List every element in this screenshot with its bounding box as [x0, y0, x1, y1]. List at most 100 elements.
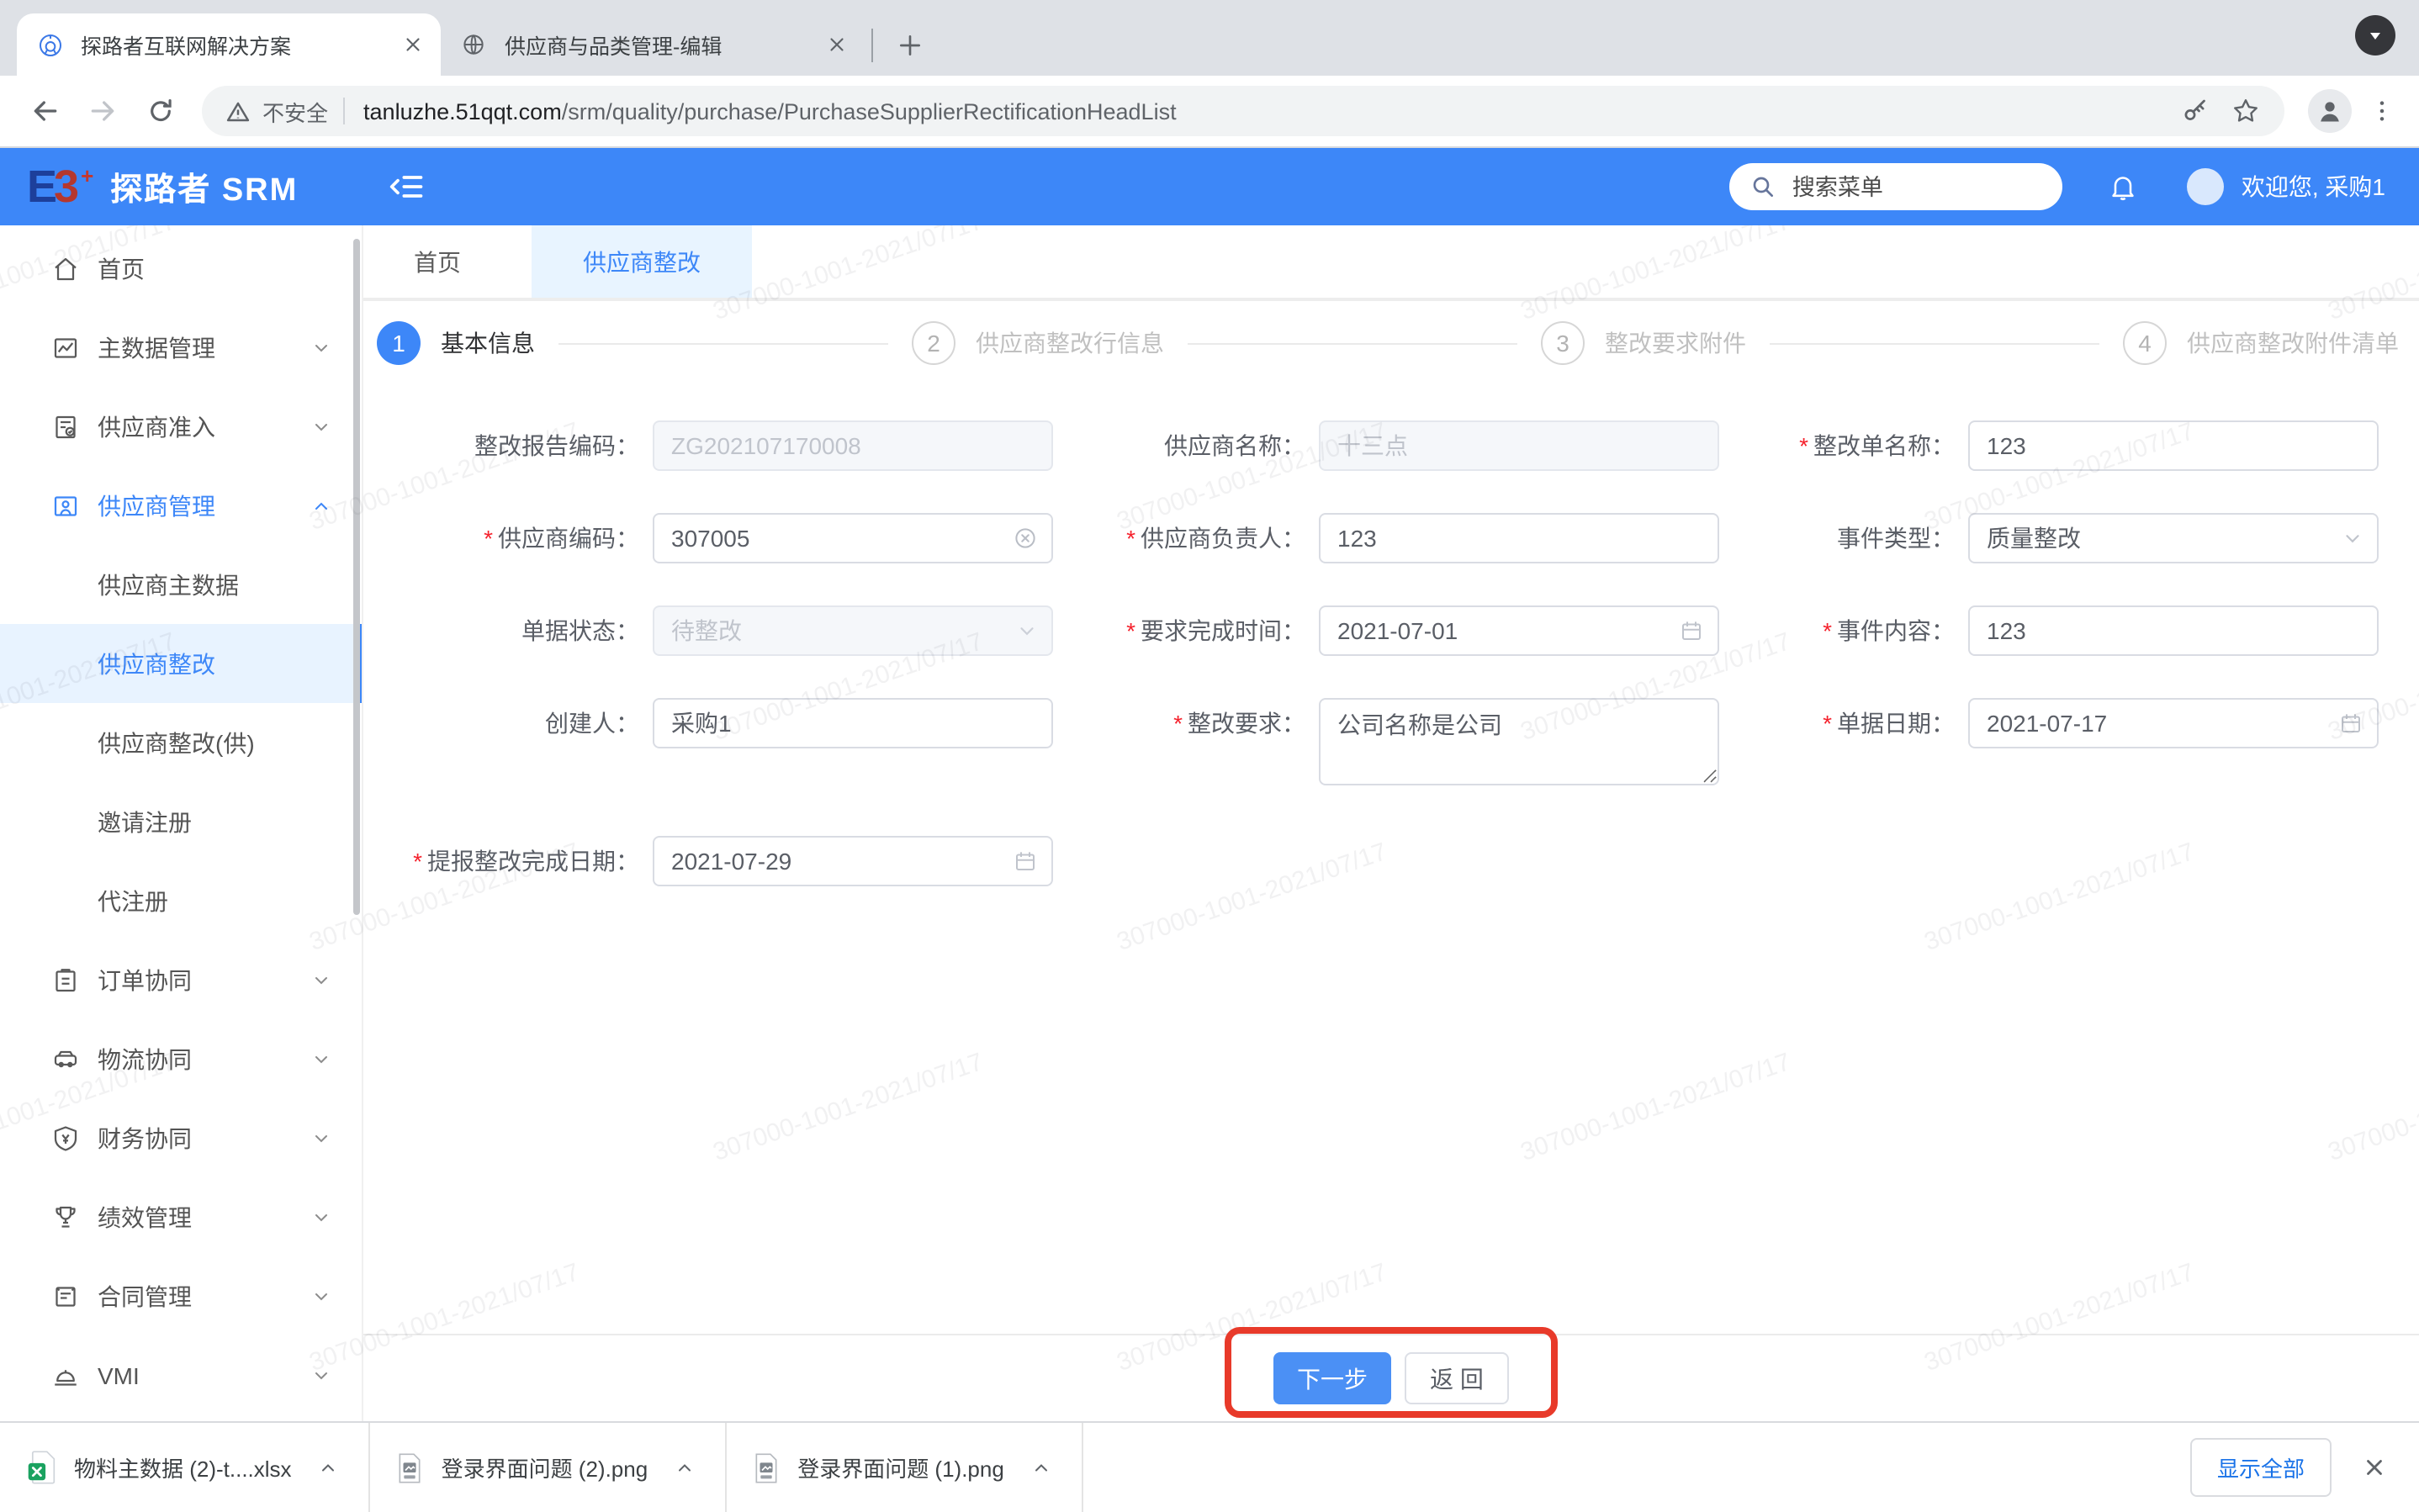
sidebar-collapse-icon[interactable] — [389, 168, 426, 205]
download-item-png-1[interactable]: 登录界面问题 (1).png — [727, 1423, 1083, 1512]
basic-info-form: 整改报告编码： 供应商名称： *整改单名称： *供应商编码： — [363, 375, 2419, 928]
select-chevron-icon[interactable] — [2342, 527, 2363, 549]
tab-supplier-rectification[interactable]: 供应商整改 — [532, 225, 752, 298]
field-label: *整改单名称： — [1749, 420, 1955, 471]
field-label: *事件内容： — [1749, 605, 1955, 656]
rect-requirement-textarea[interactable]: 公司名称是公司 — [1319, 698, 1719, 785]
sidebar-item-supplier-master-data[interactable]: 供应商主数据 — [0, 545, 362, 624]
calendar-icon[interactable] — [1013, 849, 1038, 874]
field-supplier-name: 供应商名称： — [1083, 420, 1719, 471]
doc-date-input[interactable] — [1968, 698, 2379, 748]
chevron-up-icon[interactable] — [675, 1457, 695, 1478]
chevron-down-icon — [311, 1286, 331, 1306]
close-downloads-bar-icon[interactable] — [2355, 1449, 2392, 1486]
search-icon — [1750, 173, 1777, 200]
reload-icon[interactable] — [136, 87, 183, 135]
sidebar-item-master-data[interactable]: 主数据管理 — [0, 308, 362, 387]
rect-doc-name-input[interactable] — [1968, 420, 2379, 471]
sidebar-item-home[interactable]: 首页 — [0, 229, 362, 308]
browser-profile-avatar[interactable] — [2308, 89, 2352, 133]
sidebar: 首页 主数据管理 供应商准入 供应商管理 供应商主数据 供应商整改 — [0, 225, 363, 1421]
browser-update-button[interactable] — [2355, 15, 2395, 56]
sidebar-item-supplier-rectification[interactable]: 供应商整改 — [0, 624, 362, 703]
step-number: 1 — [377, 321, 421, 365]
sidebar-item-proxy-register[interactable]: 代注册 — [0, 861, 362, 940]
tab-title: 供应商与品类管理-编辑 — [505, 29, 811, 61]
sidebar-item-vmi[interactable]: VMI — [0, 1335, 362, 1414]
field-label: 事件类型： — [1749, 513, 1955, 563]
submit-finish-date-input[interactable] — [653, 836, 1053, 886]
new-tab-button[interactable] — [887, 22, 934, 69]
field-creator: 创建人： — [404, 698, 1053, 794]
back-icon[interactable] — [22, 87, 69, 135]
field-label: *供应商编码： — [404, 513, 639, 563]
step-connector — [1770, 342, 2099, 344]
truck-icon — [50, 1044, 81, 1074]
tab-home[interactable]: 首页 — [414, 245, 461, 278]
user-avatar[interactable] — [2188, 168, 2225, 205]
calendar-icon[interactable] — [2338, 711, 2363, 736]
tanluzhe-favicon-icon — [37, 31, 64, 58]
calendar-icon[interactable] — [1679, 618, 1704, 643]
event-type-select[interactable] — [1968, 513, 2379, 563]
clear-icon[interactable] — [1013, 526, 1038, 551]
supplier-code-input[interactable] — [653, 513, 1053, 563]
menu-search-box[interactable] — [1730, 163, 2063, 210]
sidebar-item-finance-collab[interactable]: 财务协同 — [0, 1098, 362, 1177]
chevron-down-icon — [311, 1207, 331, 1227]
download-item-xlsx[interactable]: 物料主数据 (2)-t....xlsx — [0, 1423, 371, 1512]
download-item-png-2[interactable]: 登录界面问题 (2).png — [371, 1423, 728, 1512]
supplier-name-input[interactable] — [1319, 420, 1719, 471]
chart-icon — [50, 332, 81, 362]
dome-icon — [50, 1360, 81, 1390]
sidebar-item-contract[interactable]: 合同管理 — [0, 1256, 362, 1335]
browser-tab-active[interactable]: 探路者互联网解决方案 — [17, 13, 441, 76]
url-bar[interactable]: 不安全 tanluzhe.51qqt.com /srm/quality/purc… — [202, 86, 2284, 136]
chevron-up-icon[interactable] — [1031, 1457, 1051, 1478]
report-code-input[interactable] — [653, 420, 1053, 471]
forward-icon[interactable] — [79, 87, 126, 135]
required-finish-time-input[interactable] — [1319, 605, 1719, 656]
tab-close-icon[interactable] — [821, 29, 851, 60]
tab-separator — [871, 29, 873, 62]
tab-close-icon[interactable] — [397, 29, 427, 60]
chevron-down-icon — [311, 416, 331, 436]
chevron-down-icon — [311, 1128, 331, 1148]
chevron-up-icon — [311, 495, 331, 515]
sidebar-item-invite-register[interactable]: 邀请注册 — [0, 782, 362, 861]
step-number: 2 — [912, 321, 955, 365]
menu-search-input[interactable] — [1792, 174, 2043, 199]
field-required-finish-time: *要求完成时间： — [1083, 605, 1719, 656]
next-step-button[interactable]: 下一步 — [1273, 1352, 1391, 1404]
sidebar-item-logistics-collab[interactable]: 物流协同 — [0, 1019, 362, 1098]
chevron-down-icon — [311, 337, 331, 357]
welcome-text: 欢迎您, 采购1 — [2242, 170, 2385, 204]
png-file-icon — [398, 1451, 423, 1484]
browser-menu-icon[interactable] — [2362, 91, 2402, 131]
supplier-owner-input[interactable] — [1319, 513, 1719, 563]
browser-tab-inactive[interactable]: 供应商与品类管理-编辑 — [441, 13, 865, 76]
field-doc-status: 单据状态： — [404, 605, 1053, 656]
show-all-downloads-button[interactable]: 显示全部 — [2190, 1438, 2332, 1497]
bookmark-star-icon[interactable] — [2231, 96, 2261, 126]
event-content-input[interactable] — [1968, 605, 2379, 656]
back-button[interactable]: 返 回 — [1405, 1352, 1509, 1404]
step-connector — [1188, 342, 1517, 344]
sidebar-item-order-collab[interactable]: 订单协同 — [0, 940, 362, 1019]
creator-input[interactable] — [653, 698, 1053, 748]
doc-status-select[interactable] — [653, 605, 1053, 656]
step-basic-info: 1 基本信息 — [377, 321, 535, 365]
sidebar-scrollbar[interactable] — [353, 239, 360, 915]
field-label: *整改要求： — [1083, 698, 1305, 748]
sidebar-item-performance[interactable]: 绩效管理 — [0, 1177, 362, 1256]
sidebar-item-supplier-rectification-supply[interactable]: 供应商整改(供) — [0, 703, 362, 782]
notification-bell-icon[interactable] — [2109, 172, 2139, 202]
app-header: E 3 + 探路者 SRM 欢迎您, 采购1 — [0, 148, 2419, 225]
sidebar-item-supplier-management[interactable]: 供应商管理 — [0, 466, 362, 545]
chevron-up-icon[interactable] — [319, 1457, 339, 1478]
field-label: *供应商负责人： — [1083, 513, 1305, 563]
brand-title: 探路者 SRM — [110, 164, 298, 209]
sidebar-item-supplier-admission[interactable]: 供应商准入 — [0, 387, 362, 466]
tab-title: 探路者互联网解决方案 — [81, 29, 387, 61]
password-key-icon[interactable] — [2180, 96, 2210, 126]
